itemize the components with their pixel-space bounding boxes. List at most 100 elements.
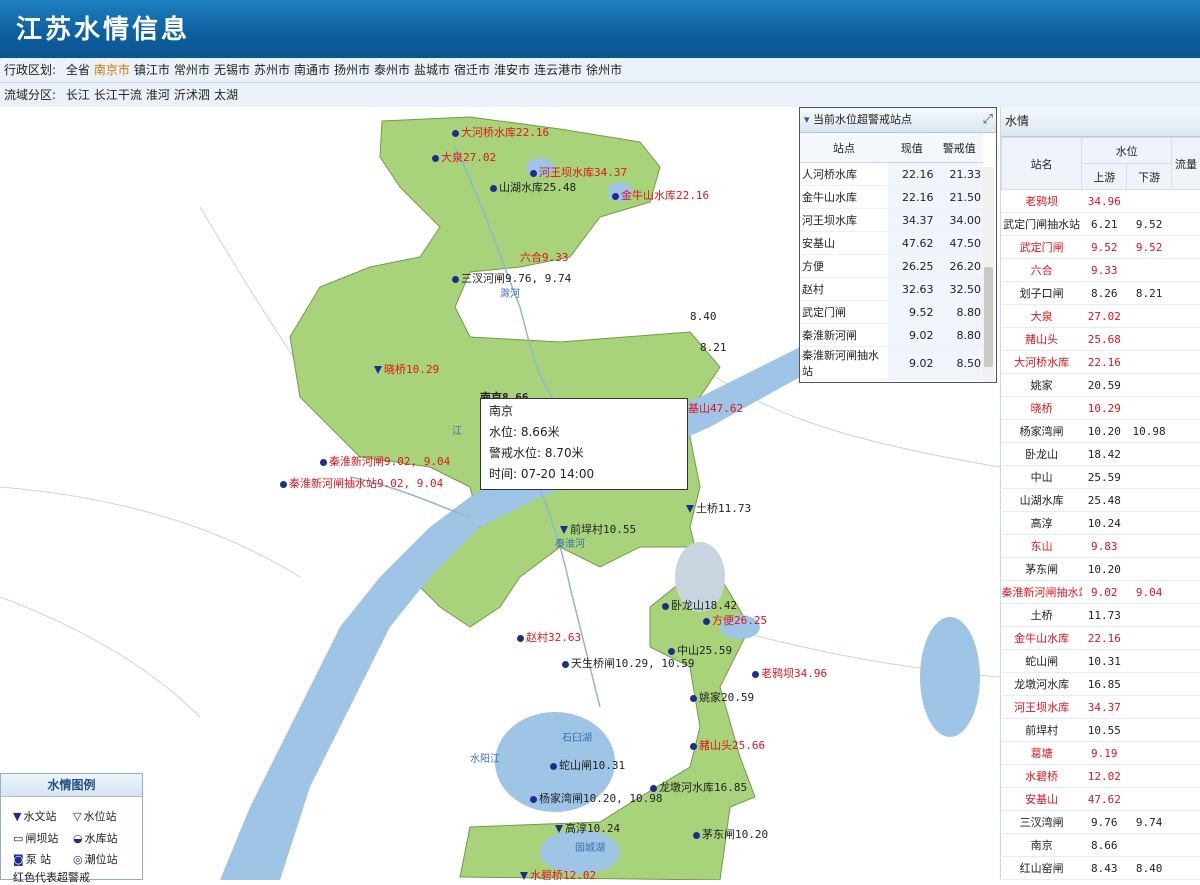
station-label[interactable]: 杨家湾闸10.20, 10.98 <box>530 790 662 806</box>
region-item-0[interactable]: 全省 <box>66 63 90 77</box>
alert-col-0[interactable]: 站点 <box>800 133 888 163</box>
water-info-row[interactable]: 晓桥10.29 <box>1002 397 1200 420</box>
region-item-11[interactable]: 淮安市 <box>494 63 530 77</box>
station-label[interactable]: 大河桥水库22.16 <box>452 124 549 140</box>
water-info-row[interactable]: 前垾村10.55 <box>1002 719 1200 742</box>
water-info-row[interactable]: 南京8.66 <box>1002 834 1200 857</box>
alert-station: 人河桥水库 <box>800 163 888 186</box>
water-info-row[interactable]: 秦淮新河闸抽水站9.029.04 <box>1002 581 1200 604</box>
station-label[interactable]: 老鸦坝34.96 <box>752 665 827 681</box>
water-info-row[interactable]: 杨家湾闸10.2010.98 <box>1002 420 1200 443</box>
station-label[interactable]: 卧龙山18.42 <box>662 597 737 613</box>
region-item-1[interactable]: 南京市 <box>94 63 130 77</box>
water-info-row[interactable]: 安基山47.62 <box>1002 788 1200 811</box>
alert-row[interactable]: 秦淮新河闸9.028.80 <box>800 324 983 347</box>
station-label[interactable]: 方便26.25 <box>703 612 767 628</box>
collapse-arrow-icon[interactable]: ▾ <box>804 113 810 126</box>
region-item-9[interactable]: 盐城市 <box>414 63 450 77</box>
water-info-row[interactable]: 中山25.59 <box>1002 466 1200 489</box>
alert-row[interactable]: 河王坝水库34.3734.00 <box>800 209 983 232</box>
basin-item-4[interactable]: 太湖 <box>214 88 238 102</box>
alert-row[interactable]: 安基山47.6247.50 <box>800 232 983 255</box>
water-info-row[interactable]: 蛇山闸10.31 <box>1002 650 1200 673</box>
alert-col-2[interactable]: 警戒值 <box>936 133 984 163</box>
station-label[interactable]: 晓桥10.29 <box>374 361 439 377</box>
station-label[interactable]: 8.40 <box>690 310 717 323</box>
station-label[interactable]: 金牛山水库22.16 <box>612 187 709 203</box>
col-station-name[interactable]: 站名 <box>1002 138 1082 190</box>
station-label[interactable]: 土桥11.73 <box>686 500 751 516</box>
region-item-10[interactable]: 宿迁市 <box>454 63 490 77</box>
alert-scrollbar[interactable] <box>983 167 994 382</box>
station-label[interactable]: 姚家20.59 <box>690 689 754 705</box>
water-info-row[interactable]: 三汊湾闸9.769.74 <box>1002 811 1200 834</box>
water-info-row[interactable]: 东山9.83 <box>1002 535 1200 558</box>
station-label[interactable]: 前垾村10.55 <box>560 521 636 537</box>
region-item-8[interactable]: 泰州市 <box>374 63 410 77</box>
water-info-row[interactable]: 红山窑闸8.438.40 <box>1002 857 1200 880</box>
water-info-row[interactable]: 葛塘9.19 <box>1002 742 1200 765</box>
station-label[interactable]: 赵村32.63 <box>517 629 581 645</box>
basin-item-2[interactable]: 淮河 <box>146 88 170 102</box>
water-info-row[interactable]: 老鸦坝34.96 <box>1002 190 1200 213</box>
water-info-row[interactable]: 姚家20.59 <box>1002 374 1200 397</box>
alert-row[interactable]: 人河桥水库22.1621.33 <box>800 163 983 186</box>
water-info-row[interactable]: 土桥11.73 <box>1002 604 1200 627</box>
station-label[interactable]: 秦淮新河闸9.02, 9.04 <box>320 453 450 469</box>
col-upstream[interactable]: 上游 <box>1082 164 1127 190</box>
station-label[interactable]: 8.21 <box>700 341 727 354</box>
station-label[interactable]: 天生桥闸10.29, 10.59 <box>562 655 694 671</box>
basin-item-0[interactable]: 长江 <box>66 88 90 102</box>
region-item-6[interactable]: 南通市 <box>294 63 330 77</box>
water-info-row[interactable]: 大泉27.02 <box>1002 305 1200 328</box>
station-label[interactable]: 水碧桥12.02 <box>520 867 596 880</box>
station-name-cell: 秦淮新河闸抽水站 <box>1002 581 1082 604</box>
water-info-row[interactable]: 划子口闸8.268.21 <box>1002 282 1200 305</box>
water-info-row[interactable]: 河王坝水库34.37 <box>1002 696 1200 719</box>
alert-row[interactable]: 赵村32.6332.50 <box>800 278 983 301</box>
col-downstream[interactable]: 下游 <box>1127 164 1172 190</box>
water-info-row[interactable]: 茅东闸10.20 <box>1002 558 1200 581</box>
region-item-13[interactable]: 徐州市 <box>586 63 622 77</box>
region-item-12[interactable]: 连云港市 <box>534 63 582 77</box>
water-info-row[interactable]: 武定门闸抽水站6.219.52 <box>1002 213 1200 236</box>
col-flow[interactable]: 流量 <box>1172 138 1200 190</box>
alert-col-1[interactable]: 现值 <box>888 133 936 163</box>
water-info-row[interactable]: 山湖水库25.48 <box>1002 489 1200 512</box>
station-label[interactable]: 河王坝水库34.37 <box>530 164 627 180</box>
station-label[interactable]: 六合9.33 <box>520 249 569 265</box>
water-info-row[interactable]: 高淳10.24 <box>1002 512 1200 535</box>
alert-row[interactable]: 方便26.2526.20 <box>800 255 983 278</box>
water-info-row[interactable]: 水碧桥12.02 <box>1002 765 1200 788</box>
alert-panel-header[interactable]: ▾ 当前水位超警戒站点 ⤢ <box>800 108 996 133</box>
water-info-row[interactable]: 大河桥水库22.16 <box>1002 351 1200 374</box>
alert-row[interactable]: 金牛山水库22.1621.50 <box>800 186 983 209</box>
water-info-row[interactable]: 武定门闸9.529.52 <box>1002 236 1200 259</box>
station-label[interactable]: 高淳10.24 <box>555 820 620 836</box>
reservoir-station-icon <box>452 130 459 137</box>
station-label[interactable]: 赭山头25.66 <box>690 737 765 753</box>
station-label[interactable]: 三汊河闸9.76, 9.74 <box>452 270 571 286</box>
region-item-4[interactable]: 无锡市 <box>214 63 250 77</box>
water-info-row[interactable]: 六合9.33 <box>1002 259 1200 282</box>
basin-item-1[interactable]: 长江干流 <box>94 88 142 102</box>
expand-icon[interactable]: ⤢ <box>983 108 993 132</box>
station-label[interactable]: 茅东闸10.20 <box>693 826 768 842</box>
station-label[interactable]: 山湖水库25.48 <box>490 179 576 195</box>
region-item-2[interactable]: 镇江市 <box>134 63 170 77</box>
water-info-row[interactable]: 赭山头25.68 <box>1002 328 1200 351</box>
station-name-cell: 晓桥 <box>1002 397 1082 420</box>
alert-row[interactable]: 武定门闸9.528.80 <box>800 301 983 324</box>
basin-item-3[interactable]: 沂沭泗 <box>174 88 210 102</box>
region-item-3[interactable]: 常州市 <box>174 63 210 77</box>
region-item-5[interactable]: 苏州市 <box>254 63 290 77</box>
station-label[interactable]: 蛇山闸10.31 <box>550 757 625 773</box>
station-label[interactable]: 秦淮新河闸抽水站9.02, 9.04 <box>280 475 443 491</box>
station-label[interactable]: 大泉27.02 <box>432 149 496 165</box>
water-info-row[interactable]: 卧龙山18.42 <box>1002 443 1200 466</box>
alert-row[interactable]: 秦淮新河闸抽水站9.028.50 <box>800 347 983 380</box>
region-item-7[interactable]: 扬州市 <box>334 63 370 77</box>
station-label[interactable]: 龙墩河水库16.85 <box>650 779 747 795</box>
water-info-row[interactable]: 金牛山水库22.16 <box>1002 627 1200 650</box>
water-info-row[interactable]: 龙墩河水库16.85 <box>1002 673 1200 696</box>
